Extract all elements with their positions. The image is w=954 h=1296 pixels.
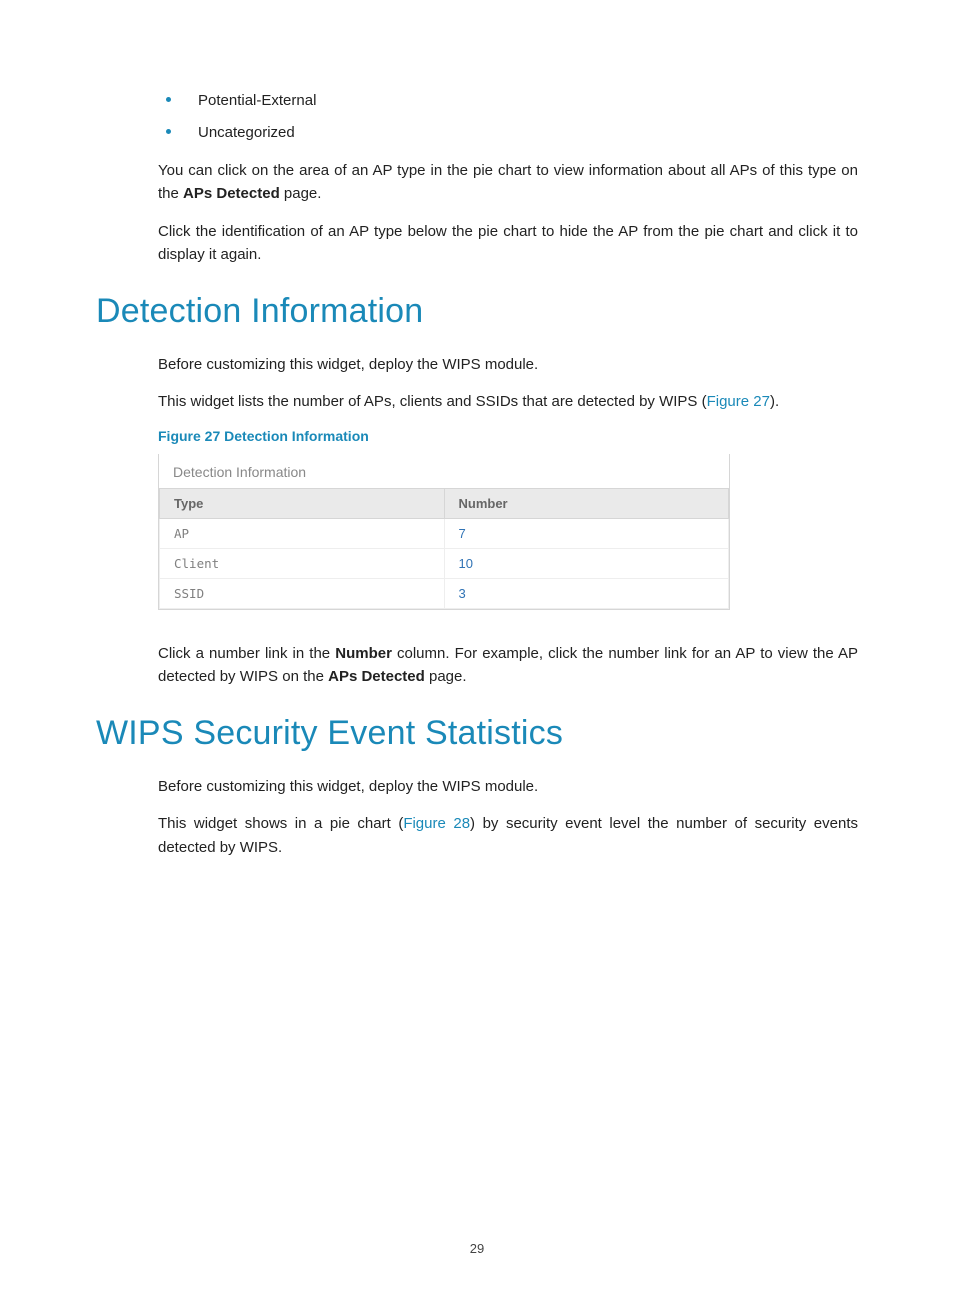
text-span: Click a number link in the [158,645,335,662]
detection-info-widget: Detection Information Type Number AP 7 C… [158,454,730,610]
figure-27-caption: Figure 27 Detection Information [158,428,858,444]
section1-p2: This widget lists the number of APs, cli… [158,390,858,413]
page-number: 29 [0,1241,954,1256]
bullet-potential-external: Potential-External [158,90,858,111]
cell-type-ap: AP [160,518,445,548]
aps-detected-bold: APs Detected [183,185,280,202]
cell-number-ap[interactable]: 7 [444,518,729,548]
pie-hide-info: Click the identification of an AP type b… [158,220,858,267]
text-span: page. [425,668,467,685]
text-span: page. [280,185,322,202]
top-indent-block: Potential-External Uncategorized You can… [158,90,858,266]
figure-28-link[interactable]: Figure 28 [403,815,470,832]
aps-detected-bold-2: APs Detected [328,668,425,685]
section1-p1: Before customizing this widget, deploy t… [158,353,858,376]
cell-number-client[interactable]: 10 [444,548,729,578]
pie-click-info: You can click on the area of an AP type … [158,159,858,206]
th-number: Number [444,488,729,518]
figure-27-link[interactable]: Figure 27 [707,393,770,410]
section2-body: Before customizing this widget, deploy t… [158,775,858,859]
table-header-row: Type Number [160,488,729,518]
cell-number-ssid[interactable]: 3 [444,578,729,608]
heading-wips-security: WIPS Security Event Statistics [96,714,858,753]
text-span: ). [770,393,779,410]
page-content: Potential-External Uncategorized You can… [0,0,954,933]
ap-type-bullets: Potential-External Uncategorized [158,90,858,143]
widget-title: Detection Information [159,454,729,488]
text-span: This widget shows in a pie chart ( [158,815,403,832]
cell-type-client: Client [160,548,445,578]
heading-detection-information: Detection Information [96,292,858,331]
section2-p1: Before customizing this widget, deploy t… [158,775,858,798]
number-bold: Number [335,645,392,662]
table-row: SSID 3 [160,578,729,608]
section1-body: Before customizing this widget, deploy t… [158,353,858,688]
number-column-info: Click a number link in the Number column… [158,642,858,689]
section2-p2: This widget shows in a pie chart (Figure… [158,812,858,859]
table-row: Client 10 [160,548,729,578]
text-span: This widget lists the number of APs, cli… [158,393,707,410]
detection-table: Type Number AP 7 Client 10 SSID 3 [159,488,729,609]
table-row: AP 7 [160,518,729,548]
cell-type-ssid: SSID [160,578,445,608]
th-type: Type [160,488,445,518]
bullet-uncategorized: Uncategorized [158,122,858,143]
